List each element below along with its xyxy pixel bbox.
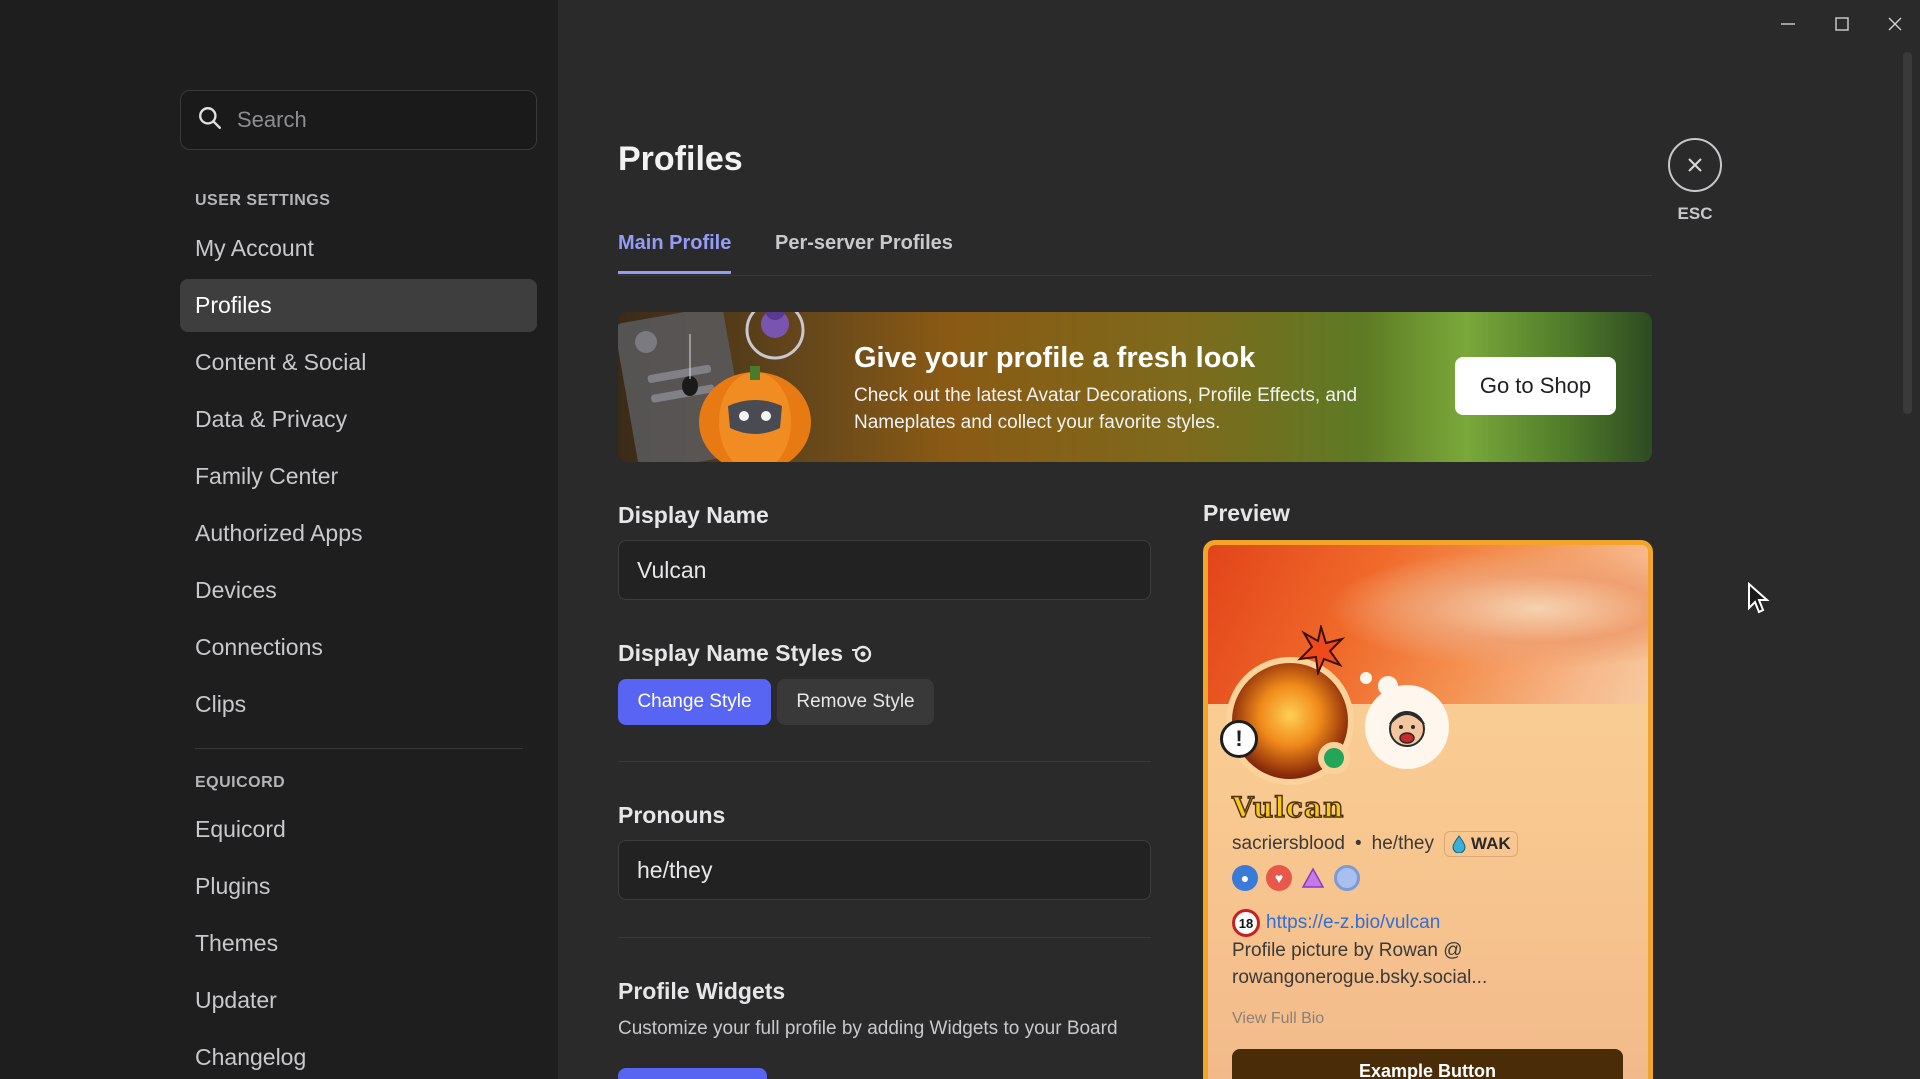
esc-label: ESC: [1677, 204, 1713, 223]
nitro-badge-icon[interactable]: [1334, 865, 1360, 891]
preview-pronouns: he/they: [1371, 833, 1434, 854]
bio-link-row: 18 https://e-z.bio/vulcan: [1232, 909, 1440, 937]
sidebar-item-updater[interactable]: Updater: [180, 974, 537, 1027]
hypesquad-badge-icon[interactable]: ●: [1232, 865, 1258, 891]
close-icon: [1888, 17, 1902, 31]
shop-promo-banner: Give your profile a fresh look Check out…: [618, 312, 1652, 462]
profile-widgets-label: Profile Widgets: [618, 978, 786, 1004]
minimize-icon: [1781, 23, 1795, 25]
view-full-bio-link[interactable]: View Full Bio: [1232, 1010, 1324, 1028]
sidebar-item-connections[interactable]: Connections: [180, 621, 537, 674]
display-name-input[interactable]: Vulcan: [618, 540, 1151, 600]
change-style-button[interactable]: Change Style: [618, 679, 771, 725]
sidebar-item-family-center[interactable]: Family Center: [180, 450, 537, 503]
close-icon: [1688, 158, 1702, 172]
preview-display-name: Vulcan: [1231, 790, 1345, 824]
sidebar-item-devices[interactable]: Devices: [180, 564, 537, 617]
guild-tag[interactable]: WAK: [1443, 831, 1518, 857]
profile-tabs: Main Profile Per-server Profiles: [618, 228, 1652, 276]
go-to-shop-button[interactable]: Go to Shop: [1455, 357, 1616, 415]
equicord-header: EQUICORD: [195, 774, 286, 791]
maximize-icon: [1835, 17, 1849, 31]
age-18-icon: 18: [1232, 909, 1260, 937]
username-line: sacriersblood • he/they WAK: [1232, 831, 1518, 857]
sidebar-item-clips[interactable]: Clips: [180, 678, 537, 731]
mouse-cursor-icon: [1748, 582, 1770, 614]
profile-widgets-description: Customize your full profile by adding Wi…: [618, 1018, 1118, 1039]
sidebar-item-themes[interactable]: Themes: [180, 917, 537, 970]
custom-status-bubble[interactable]: [1365, 685, 1449, 769]
bio-text: Profile picture by Rowan @ rowangonerogu…: [1232, 940, 1488, 988]
minimize-button[interactable]: [1773, 12, 1803, 36]
preview-username: sacriersblood: [1232, 833, 1345, 854]
character-emoji-icon: [1389, 711, 1425, 747]
profile-badges: ● ♥: [1232, 865, 1360, 891]
sidebar-item-my-account[interactable]: My Account: [180, 222, 537, 275]
pronouns-label: Pronouns: [618, 802, 726, 828]
settings-sidebar: USER SETTINGS My Account Profiles Conten…: [0, 0, 558, 1079]
droplet-icon: [1452, 835, 1466, 853]
nitro-icon: [852, 645, 872, 662]
close-window-button[interactable]: [1880, 12, 1910, 36]
guild-tag-label: WAK: [1470, 834, 1511, 853]
page-title: Profiles: [618, 140, 743, 178]
tab-main-profile[interactable]: Main Profile: [618, 232, 732, 274]
maximize-button[interactable]: [1827, 12, 1857, 36]
remove-style-button[interactable]: Remove Style: [777, 679, 934, 725]
banner-description: Check out the latest Avatar Decorations,…: [854, 385, 1358, 433]
sidebar-item-changelog[interactable]: Changelog: [180, 1031, 537, 1079]
form-divider: [618, 761, 1151, 762]
tab-per-server-profiles[interactable]: Per-server Profiles: [775, 232, 953, 271]
preview-label: Preview: [1203, 500, 1290, 526]
sidebar-item-profiles[interactable]: Profiles: [180, 279, 537, 332]
heart-badge-icon[interactable]: ♥: [1266, 865, 1292, 891]
sidebar-divider: [195, 748, 523, 749]
search-icon: [197, 105, 223, 136]
profile-preview-card: ! Vulcan sacriersblood • he/they WAK ● ♥: [1203, 540, 1653, 1079]
sidebar-item-content-social[interactable]: Content & Social: [180, 336, 537, 389]
spark-decoration-icon: [1297, 625, 1346, 675]
add-widgets-button[interactable]: [618, 1068, 767, 1079]
esc-close-button[interactable]: [1668, 138, 1722, 192]
scrollbar-thumb[interactable]: [1903, 52, 1912, 414]
display-name-styles-heading: Display Name Styles: [618, 640, 873, 667]
thought-dot: [1360, 672, 1372, 684]
bio-link[interactable]: https://e-z.bio/vulcan: [1266, 912, 1440, 934]
example-button[interactable]: Example Button: [1232, 1049, 1623, 1079]
display-name-styles-label: Display Name Styles: [618, 640, 844, 666]
sidebar-item-plugins[interactable]: Plugins: [180, 860, 537, 913]
settings-window: USER SETTINGS My Account Profiles Conten…: [0, 0, 1920, 1079]
search-input[interactable]: [237, 107, 517, 133]
sidebar-item-data-privacy[interactable]: Data & Privacy: [180, 393, 537, 446]
banner-title: Give your profile a fresh look: [854, 342, 1256, 374]
online-status-icon: [1318, 742, 1350, 774]
sidebar-item-authorized-apps[interactable]: Authorized Apps: [180, 507, 537, 560]
pronouns-input[interactable]: he/they: [618, 840, 1151, 900]
search-box[interactable]: [180, 90, 537, 150]
halloween-art-icon: [618, 312, 811, 462]
sidebar-item-equicord[interactable]: Equicord: [180, 803, 537, 856]
user-settings-header: USER SETTINGS: [195, 192, 331, 209]
separator-dot: •: [1355, 833, 1362, 854]
display-name-label: Display Name: [618, 502, 769, 528]
form-divider: [618, 937, 1151, 938]
triangle-badge-icon[interactable]: [1300, 865, 1326, 891]
alert-icon: !: [1220, 720, 1258, 758]
